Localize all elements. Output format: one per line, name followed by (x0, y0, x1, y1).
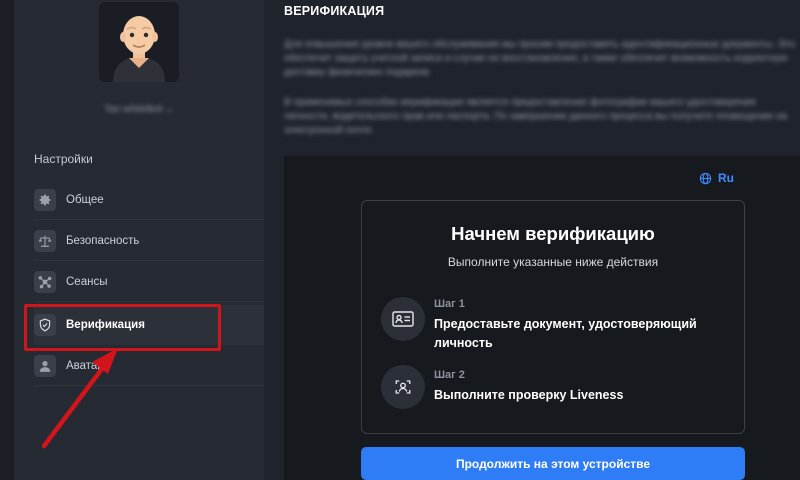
sidebar-item-label: Аватар (66, 359, 104, 372)
continue-on-this-device-button[interactable]: Продолжить на этом устройстве (361, 447, 745, 480)
sidebar: Tan whitelbot ⌄ Настройки Общее Безопасн… (14, 0, 264, 480)
sidebar-item-general[interactable]: Общее (34, 180, 264, 220)
step-1-label: Шаг 1 (434, 298, 465, 310)
globe-icon (699, 172, 712, 184)
card-title: Начнем верификацию (451, 223, 655, 244)
avatar[interactable] (99, 2, 179, 82)
step-2-text: Выполните проверку Liveness (434, 388, 624, 402)
sidebar-item-avatar[interactable]: Аватар (34, 346, 264, 386)
step-2-label: Шаг 2 (434, 369, 465, 381)
language-selector[interactable]: Ru (699, 171, 734, 185)
person-icon (34, 354, 56, 377)
main-content: ВЕРИФИКАЦИЯ Для повышения уровня вашего … (264, 0, 800, 480)
step-1-text: Предоставьте документ, удостоверяющий ли… (434, 317, 697, 350)
sidebar-item-sessions[interactable]: Сеансы (34, 262, 264, 302)
face-scan-icon (381, 365, 425, 409)
settings-section-title: Настройки (34, 152, 93, 166)
scales-icon (34, 229, 56, 252)
window-edge (0, 0, 14, 480)
network-icon (34, 270, 56, 293)
intro-paragraph: Для повышения уровня вашего обслуживания… (284, 39, 795, 78)
verification-card: Начнем верификацию Выполните указанные н… (361, 200, 745, 434)
gear-icon (34, 188, 56, 211)
verification-panel: Ru Начнем верификацию Выполните указанны… (284, 156, 800, 480)
id-card-icon (381, 297, 425, 341)
avatar-person-icon (113, 16, 165, 82)
annotation-highlight-box (24, 304, 221, 351)
username: Tan whitelbot ⌄ (104, 104, 174, 115)
page-title: ВЕРИФИКАЦИЯ (284, 4, 385, 18)
sidebar-item-label: Безопасность (66, 234, 140, 247)
sidebar-item-label: Общее (66, 193, 104, 206)
language-label: Ru (718, 171, 734, 185)
intro-paragraph: В применимых способах верификации являет… (284, 97, 788, 136)
sidebar-item-label: Сеансы (66, 275, 108, 288)
card-subtitle: Выполните указанные ниже действия (447, 255, 659, 269)
sidebar-item-security[interactable]: Безопасность (34, 221, 264, 261)
